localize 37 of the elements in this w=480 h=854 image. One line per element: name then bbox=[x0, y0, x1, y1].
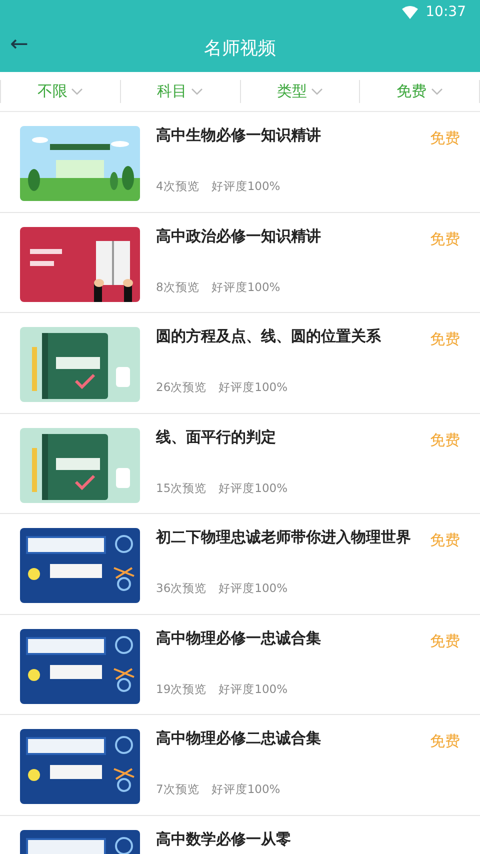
rating-text: 好评度100% bbox=[211, 278, 280, 296]
price-label: 免费 bbox=[430, 128, 460, 149]
video-title[interactable]: 线、面平行的判定 bbox=[156, 428, 430, 451]
chevron-icon bbox=[430, 88, 443, 95]
chevron-icon bbox=[191, 88, 204, 95]
video-title[interactable]: 高中生物必修一知识精讲 bbox=[156, 126, 430, 150]
rating-text: 好评度100% bbox=[211, 781, 280, 798]
video-title[interactable]: 高中数学必修一从零 bbox=[156, 830, 460, 848]
price-label: 免费 bbox=[430, 731, 460, 752]
video-title[interactable]: 初二下物理忠诚老师带你进入物理世界 bbox=[156, 528, 430, 552]
rating-text: 好评度100% bbox=[218, 480, 288, 497]
rating-text: 好评度100% bbox=[218, 580, 288, 598]
chevron-icon bbox=[71, 88, 84, 95]
price-label: 免费 bbox=[430, 630, 460, 652]
wifi-icon bbox=[402, 6, 418, 18]
video-title[interactable]: 圆的方程及点、线、圆的位置关系 bbox=[156, 327, 430, 350]
chevron-icon bbox=[310, 88, 323, 95]
view-count: 7次预览 bbox=[156, 781, 200, 798]
view-count: 15次预览 bbox=[156, 480, 207, 497]
page-title: 名师视频 bbox=[204, 36, 276, 60]
price-label: 免费 bbox=[430, 530, 460, 551]
price-label: 免费 bbox=[430, 228, 460, 250]
view-count: 26次预览 bbox=[156, 379, 207, 396]
rating-text: 好评度100% bbox=[218, 379, 288, 396]
rating-text: 好评度100% bbox=[218, 680, 288, 698]
view-count: 36次预览 bbox=[156, 580, 207, 598]
price-label: 免费 bbox=[430, 329, 460, 350]
rating-text: 好评度100% bbox=[211, 178, 280, 196]
price-label: 免费 bbox=[430, 430, 460, 450]
video-title[interactable]: 高中物理必修一忠诚合集 bbox=[156, 628, 430, 652]
view-count: 19次预览 bbox=[156, 680, 207, 698]
view-count: 4次预览 bbox=[156, 178, 200, 196]
view-count: 8次预览 bbox=[156, 278, 200, 296]
video-title[interactable]: 高中政治必修一知识精讲 bbox=[156, 226, 430, 250]
video-title[interactable]: 高中物理必修二忠诚合集 bbox=[156, 729, 430, 752]
back-button[interactable]: ← bbox=[8, 34, 30, 56]
clock-time: 10:37 bbox=[426, 2, 466, 22]
